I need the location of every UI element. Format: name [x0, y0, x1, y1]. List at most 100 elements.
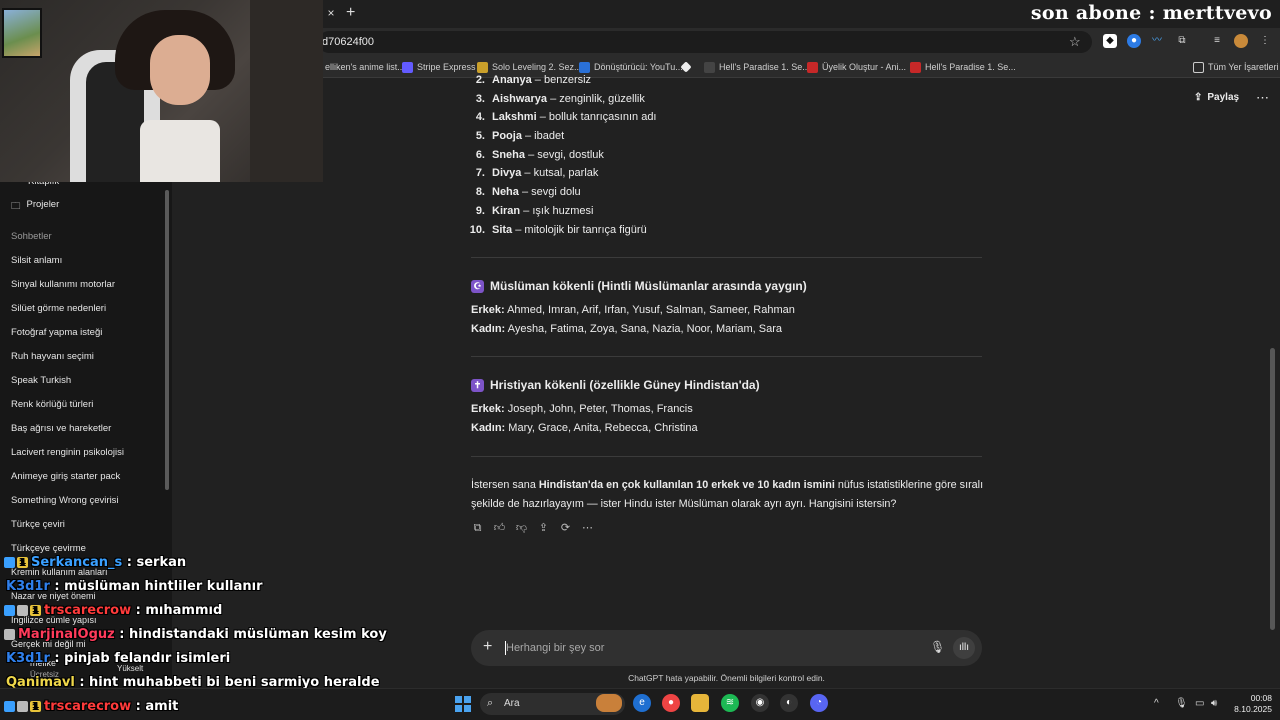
reading-list-icon[interactable]: ≡: [1210, 34, 1224, 48]
list-number: 2.: [475, 74, 485, 86]
sidebar-scrollbar[interactable]: [165, 190, 169, 490]
female-names: Kadın: Mary, Grace, Anita, Rebecca, Chri…: [471, 422, 698, 434]
all-bookmarks-folder[interactable]: Tüm Yer İşaretleri: [1193, 60, 1279, 74]
sidebar-chat-item[interactable]: Ruh hayvanı seçimi: [11, 351, 94, 362]
cross-icon: ✝: [471, 378, 484, 392]
display-icon[interactable]: ▭: [1195, 698, 1204, 709]
stream-overlay-title: son abone : merttvevo: [1030, 2, 1272, 24]
share-icon[interactable]: ⇪: [537, 522, 550, 535]
stream-chat-message: 1 trscarecrow : mıhammıd: [4, 603, 222, 618]
list-number: 3.: [475, 93, 485, 105]
tab-close-button[interactable]: ×: [323, 5, 339, 21]
tray-overflow-icon[interactable]: ^: [1154, 698, 1159, 709]
message-actions: ⧉ 👍︎ 👎︎ ⇪ ⟳ ⋯: [471, 522, 594, 535]
regenerate-icon[interactable]: ⟳: [559, 522, 572, 535]
stream-chat-message: K3d1r : pinjab felandır isimleri: [6, 651, 231, 666]
widgets-icon[interactable]: [596, 694, 622, 712]
bookmark-item[interactable]: elliken's anime list...: [325, 60, 405, 74]
prompt-input[interactable]: Herhangi bir şey sor: [506, 642, 604, 654]
taskbar-clock[interactable]: 00:08 8.10.2025: [1230, 693, 1272, 715]
stream-chat-message: K3d1r : müslüman hintliler kullanır: [6, 579, 263, 594]
extension-icon[interactable]: ◆: [1103, 34, 1117, 48]
list-number: 7.: [475, 167, 485, 179]
bookmark-item[interactable]: Dönüştürücü: YouTu...: [579, 60, 683, 74]
crescent-icon: ☪: [471, 279, 484, 293]
profile-avatar-icon[interactable]: [1234, 34, 1248, 48]
list-number: 10.: [469, 224, 485, 236]
stream-chat-message: 1 trscarecrow : amit: [4, 699, 178, 714]
stream-chat-message: 1 Serkancan_s : serkan: [4, 555, 186, 570]
bookmark-item[interactable]: Hell's Paradise 1. Se...: [704, 60, 810, 74]
list-number: 9.: [475, 205, 485, 217]
add-attachment-icon[interactable]: +: [483, 638, 492, 656]
more-options-button[interactable]: ⋯: [1256, 90, 1269, 106]
windows-start-icon[interactable]: [455, 696, 471, 712]
microphone-icon[interactable]: 🎙︎: [930, 640, 945, 654]
search-icon: ⌕: [487, 697, 494, 709]
sidebar-section-chats: Sohbetler: [11, 231, 52, 242]
sidebar-chat-item[interactable]: Lacivert renginin psikolojisi: [11, 447, 124, 458]
divider: [471, 456, 982, 457]
volume-icon[interactable]: 🔊︎: [1211, 698, 1217, 709]
bookmark-item[interactable]: Stripe Express: [402, 60, 476, 74]
microphone-tray-icon[interactable]: 🎙︎: [1175, 698, 1188, 709]
sidebar-chat-item[interactable]: Türkçe çeviri: [11, 519, 65, 530]
sidebar-chat-item[interactable]: Sinyal kullanımı motorlar: [11, 279, 115, 290]
bookmark-item[interactable]: Üyelik Oluştur - Ani...: [807, 60, 906, 74]
list-number: 5.: [475, 130, 485, 142]
extensions-puzzle-icon[interactable]: ⧉: [1175, 34, 1189, 48]
app-icon[interactable]: ◉: [751, 694, 769, 712]
bookmark-item[interactable]: Hell's Paradise 1. Se...: [910, 60, 1016, 74]
list-item: Divya – kutsal, parlak: [492, 167, 599, 179]
browser-menu-icon[interactable]: ⋮: [1258, 34, 1272, 48]
section-heading-muslim: ☪ Müslüman kökenli (Hintli Müslümanlar ar…: [471, 279, 807, 293]
vpn-icon[interactable]: ●: [1127, 34, 1141, 48]
bookmark-star-icon[interactable]: ☆: [1069, 34, 1081, 50]
male-names: Erkek: Ahmed, Imran, Arif, Irfan, Yusuf,…: [471, 304, 795, 316]
sidebar-chat-item[interactable]: Silsit anlamı: [11, 255, 62, 266]
list-item: Sneha – sevgi, dostluk: [492, 149, 604, 161]
share-button[interactable]: ⇪ Paylaş: [1194, 92, 1239, 103]
list-number: 4.: [475, 111, 485, 123]
url-text[interactable]: d70624f00: [322, 36, 374, 48]
thumbs-up-icon[interactable]: 👍︎: [493, 522, 506, 535]
list-item: Aishwarya – zenginlik, güzellik: [492, 93, 645, 105]
main-scrollbar[interactable]: [1270, 348, 1275, 630]
sidebar-item-projects[interactable]: 🗀 Projeler: [11, 199, 59, 215]
new-tab-button[interactable]: +: [346, 4, 362, 22]
translate-icon[interactable]: 〰: [1150, 34, 1164, 48]
copy-icon[interactable]: ⧉: [471, 522, 484, 535]
closing-paragraph: İstersen sana Hindistan'da en çok kullan…: [471, 479, 984, 491]
stream-chat-message: MarjinalOguz : hindistandaki müslüman ke…: [4, 627, 387, 642]
sidebar-chat-item[interactable]: Something Wrong çevirisi: [11, 495, 119, 506]
divider: [471, 257, 982, 258]
sidebar-chat-item[interactable]: Türkçeye çevirme: [11, 543, 86, 554]
file-explorer-icon[interactable]: [691, 694, 709, 712]
spotify-icon[interactable]: ≋: [721, 694, 739, 712]
taskbar-search-label[interactable]: Ara: [504, 698, 520, 709]
sidebar-chat-item[interactable]: Animeye giriş starter pack: [11, 471, 120, 482]
thumbs-down-icon[interactable]: 👎︎: [515, 522, 528, 535]
obs-icon[interactable]: ◐: [780, 694, 798, 712]
sidebar-chat-item[interactable]: Fotoğraf yapma isteği: [11, 327, 102, 338]
sidebar-chat-item[interactable]: Renk körlüğü türleri: [11, 399, 93, 410]
address-bar[interactable]: [318, 31, 1092, 53]
discord-icon[interactable]: ◔: [810, 694, 828, 712]
sidebar-chat-item[interactable]: Silüet görme nedenleri: [11, 303, 106, 314]
bookmark-item[interactable]: Solo Leveling 2. Sez...: [477, 60, 582, 74]
webcam-monitor: [2, 8, 42, 58]
edge-icon[interactable]: e: [633, 694, 651, 712]
list-item: Kiran – ışık huzmesi: [492, 205, 594, 217]
share-icon: ⇪: [1194, 92, 1203, 103]
chrome-icon[interactable]: ●: [662, 694, 680, 712]
more-icon[interactable]: ⋯: [581, 522, 594, 535]
male-names: Erkek: Joseph, John, Peter, Thomas, Fran…: [471, 403, 693, 415]
sidebar-chat-item[interactable]: Speak Turkish: [11, 375, 71, 386]
list-item: Ananya – benzersiz: [492, 74, 592, 86]
sidebar-chat-item[interactable]: Baş ağrısı ve hareketler: [11, 423, 111, 434]
voice-mode-icon[interactable]: ıllı: [953, 637, 975, 659]
bookmark-item[interactable]: [680, 60, 692, 74]
webcam-background: [250, 0, 323, 182]
closing-paragraph-line2: şekilde de hazırlayayım — ister Hindu is…: [471, 498, 897, 510]
list-item: Neha – sevgi dolu: [492, 186, 581, 198]
